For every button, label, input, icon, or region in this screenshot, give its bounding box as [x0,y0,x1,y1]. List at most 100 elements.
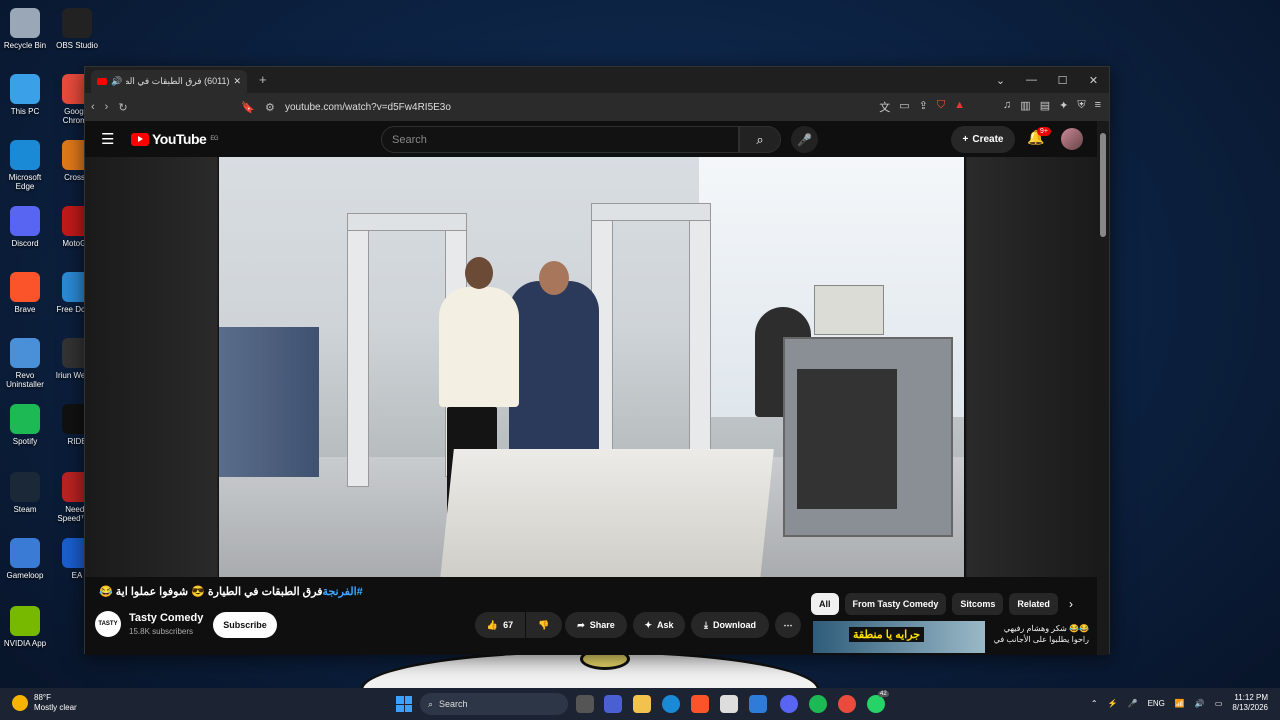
page-scrollbar[interactable] [1097,121,1109,655]
microphone-icon[interactable]: 🎤 [1128,699,1138,708]
desktop-icon-gameloop[interactable]: Gameloop [0,538,50,580]
close-window-button[interactable]: ✕ [1078,67,1109,93]
youtube-wordmark: YouTube [152,131,207,147]
like-count: 67 [503,620,514,630]
media-icon[interactable]: ♫ [1003,99,1011,115]
app-icon [10,472,40,502]
recommendation-chips: All From Tasty Comedy Sitcoms Related [811,593,1058,615]
desktop-icon-obs-studio[interactable]: OBS Studio [52,8,102,50]
video-title-hashtag[interactable]: #الفرنجة [323,586,363,598]
share-button[interactable]: ➦ Share [565,612,627,638]
youtube-header: ☰ YouTube EG Search ⌕ 🎤 + Create 🔔 9+ [85,121,1099,157]
like-button[interactable]: 👍 67 [475,612,525,638]
channel-avatar[interactable]: TASTY [95,611,121,637]
start-button[interactable] [396,696,412,712]
share-page-icon[interactable]: ⇪ [919,99,928,115]
youtube-favicon-icon [97,78,107,85]
maximize-button[interactable]: ☐ [1047,67,1078,93]
desktop-icon-steam[interactable]: Steam [0,472,50,514]
related-video-title[interactable]: 😂😂 شكر وهشام رفيهي راحوا يطلبوا على الأج… [989,623,1089,645]
spotify-icon[interactable] [809,695,827,713]
weather-temp: 88°F [34,693,51,702]
channel-name[interactable]: Tasty Comedy [129,612,203,624]
desktop-icon-discord[interactable]: Discord [0,206,50,248]
avatar[interactable] [1061,128,1083,150]
clock[interactable]: 11:12 PM 8/13/2026 [1232,693,1268,713]
chevron-right-icon[interactable]: › [1069,597,1073,611]
chip-related[interactable]: Related [1009,593,1058,615]
desktop-icon-this-pc[interactable]: This PC [0,74,50,116]
cast-icon[interactable]: ▭ [899,99,909,115]
desktop-icon-spotify[interactable]: Spotify [0,404,50,446]
file-explorer-icon[interactable] [633,695,651,713]
brave-rewards-icon[interactable]: ▲ [954,99,965,115]
url-field[interactable]: youtube.com/watch?v=d5Fw4RI5E3o [285,102,451,113]
weather-widget[interactable]: 88°F Mostly clear [12,693,77,713]
volume-icon[interactable]: 🔊 [1195,699,1205,708]
desktop-icon-recycle-bin[interactable]: Recycle Bin [0,8,50,50]
desktop-icon-microsoft-edge[interactable]: Microsoft Edge [0,140,50,191]
forward-icon[interactable]: › [105,101,109,113]
tab-bar: 🔊 (6011) فرق الطبقات في الطيارة ✕ + ⌄ — … [85,67,1109,93]
desktop-icon-revo-uninstaller[interactable]: Revo Uninstaller [0,338,50,389]
download-button[interactable]: ⤓ Download [691,612,769,638]
desktop-icon-nvidia-app[interactable]: NVIDIA App [0,606,50,648]
battery-icon[interactable]: ▭ [1215,699,1223,708]
vpn-icon[interactable]: ⛨ [1077,99,1085,115]
edge-icon[interactable] [662,695,680,713]
discord-icon[interactable] [780,695,798,713]
new-tab-button[interactable]: + [259,72,267,87]
taskbar-search[interactable]: ⌕ Search [420,693,568,715]
minimize-button[interactable]: — [1016,67,1047,93]
sidebar-icon[interactable]: ▥ [1020,99,1030,115]
scrollbar-thumb[interactable] [1100,133,1106,237]
chip-from-channel[interactable]: From Tasty Comedy [844,593,947,615]
leo-ai-icon[interactable]: ✦ [1059,99,1068,115]
store-icon[interactable] [720,695,738,713]
brave-icon[interactable] [691,695,709,713]
clock-time: 11:12 PM [1234,693,1268,702]
ask-button[interactable]: ✦ Ask [633,612,685,638]
plus-icon: + [962,134,969,145]
more-actions-button[interactable]: ⋯ [775,612,801,638]
video-gate-post [347,217,369,487]
mail-icon[interactable] [749,695,767,713]
subscribe-button[interactable]: Subscribe [213,612,277,638]
language-indicator[interactable]: ENG [1148,699,1165,708]
create-button[interactable]: + Create [951,126,1015,153]
site-info-icon[interactable]: ⚙ [265,101,275,114]
related-video-thumbnail[interactable]: جرايه يا منطقة [813,621,985,653]
close-tab-icon[interactable]: ✕ [233,76,241,87]
wifi-icon[interactable]: 📶 [1175,699,1185,708]
task-view-icon[interactable] [576,695,594,713]
app-icon [10,74,40,104]
chip-sitcoms[interactable]: Sitcoms [952,593,1004,615]
reload-icon[interactable]: ↻ [118,101,127,114]
speaker-icon[interactable]: 🔊 [111,76,122,87]
translate-icon[interactable]: 文 [879,99,890,115]
whatsapp-icon[interactable] [867,695,885,713]
search-button[interactable]: ⌕ [739,126,781,153]
brave-shields-icon[interactable]: ⛉ [937,99,945,115]
tab-youtube[interactable]: 🔊 (6011) فرق الطبقات في الطيارة ✕ [91,70,247,93]
search-input[interactable]: Search [381,126,739,153]
copilot-icon[interactable] [604,695,622,713]
desktop-icon-label: Brave [14,305,36,314]
bookmark-icon[interactable]: 🔖 [241,101,255,114]
chrome-icon[interactable] [838,695,856,713]
menu-icon[interactable]: ≡ [1095,99,1101,115]
youtube-logo[interactable]: YouTube EG [131,131,218,147]
desktop-icon-brave[interactable]: Brave [0,272,50,314]
video-player[interactable] [85,157,1099,577]
chip-all[interactable]: All [811,593,839,615]
back-icon[interactable]: ‹ [91,101,95,113]
tray-chevron-icon[interactable]: ⌃ [1091,699,1098,708]
hamburger-menu-icon[interactable]: ☰ [101,130,114,148]
desktop-icon-label: This PC [10,107,40,116]
wallet-icon[interactable]: ▤ [1040,99,1050,115]
voice-search-button[interactable]: 🎤 [791,126,818,153]
dislike-button[interactable]: 👎 [526,612,562,638]
network-icon[interactable]: ⚡ [1108,699,1118,708]
app-icon [10,206,40,236]
tab-search-chevron-icon[interactable]: ⌄ [985,67,1016,93]
